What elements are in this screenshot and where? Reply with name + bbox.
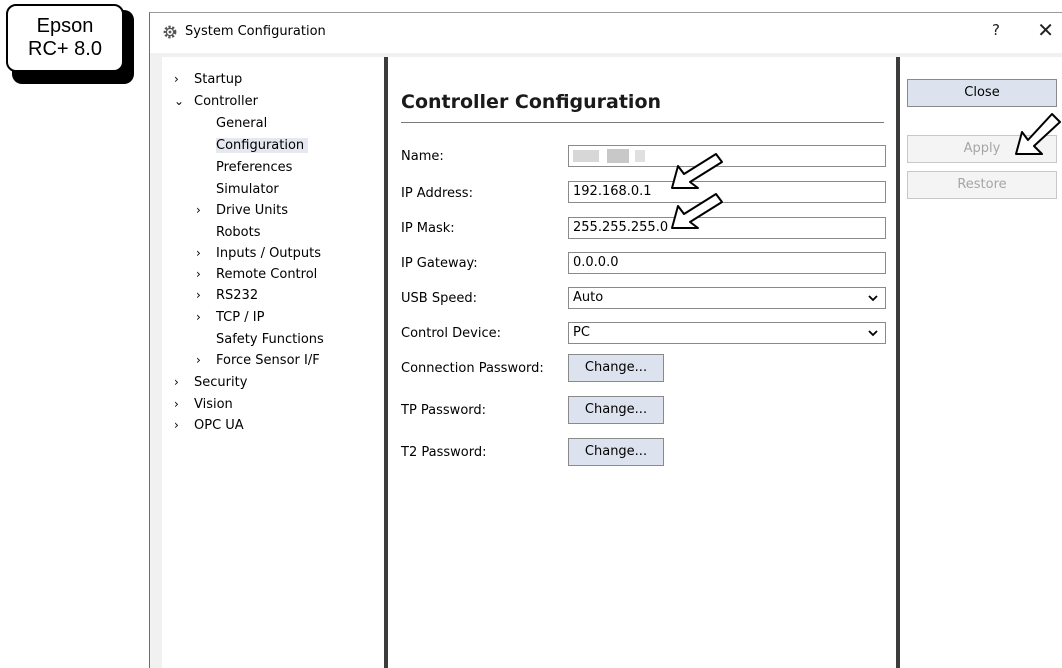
chevron-right-icon: › [174,397,179,411]
tree-item-rs232[interactable]: › RS232 [196,288,258,303]
tree-item-label: Configuration [216,138,305,153]
system-configuration-window: System Configuration ? ✕ › Startup ⌄ Contr… [149,12,1062,668]
ip-gateway-field[interactable]: 0.0.0.0 [568,252,886,274]
chevron-down-icon [868,295,878,302]
ip-gateway-label: IP Gateway: [401,256,478,271]
tree-item-label: General [216,116,268,131]
chevron-right-icon: › [196,267,201,281]
tree-item-inputs-outputs[interactable]: › Inputs / Outputs [196,246,321,261]
chevron-right-icon: › [196,288,201,302]
help-button[interactable]: ? [992,21,1000,39]
tree-item-preferences[interactable]: Preferences [216,160,292,175]
tree-item-tcp-ip[interactable]: › TCP / IP [196,310,264,325]
redacted-text [607,149,629,163]
arrow-icon [671,153,723,189]
tree-item-security[interactable]: › Security [174,375,247,390]
tree-item-configuration[interactable]: Configuration [216,138,309,153]
title-divider [401,122,884,123]
t2-password-label: T2 Password: [401,445,487,460]
tree-item-opc-ua[interactable]: › OPC UA [174,418,244,433]
tree-item-general[interactable]: General [216,116,267,131]
tree-item-label: Safety Functions [216,332,324,347]
tree-item-force-sensor[interactable]: › Force Sensor I/F [196,353,320,368]
tree-item-label: Inputs / Outputs [216,246,322,261]
title-bar: System Configuration ? ✕ [150,13,1062,53]
tree-item-label: Force Sensor I/F [216,353,320,368]
chevron-right-icon: › [196,353,201,367]
chevron-right-icon: › [196,310,201,324]
usb-speed-label: USB Speed: [401,291,477,306]
chevron-right-icon: › [196,203,201,217]
arrow-icon [671,193,723,229]
tree-item-label: OPC UA [194,418,244,433]
change-t2-password-button[interactable]: Change... [568,438,664,466]
usb-speed-select[interactable]: Auto [568,287,886,309]
tree-item-drive-units[interactable]: › Drive Units [196,203,288,218]
configuration-panel: Controller Configuration Name: IP Addres… [388,57,896,668]
change-tp-password-button[interactable]: Change... [568,396,664,424]
tree-item-label: TCP / IP [216,310,265,325]
control-device-select[interactable]: PC [568,322,886,344]
tree-item-label: Simulator [216,182,279,197]
gear-icon [163,25,177,39]
product-badge: Epson RC+ 8.0 [6,4,124,72]
restore-button[interactable]: Restore [907,171,1057,199]
tree-item-label: Robots [216,225,261,240]
chevron-right-icon: › [196,246,201,260]
control-device-value: PC [573,325,590,340]
tree-item-safety-functions[interactable]: Safety Functions [216,332,324,347]
name-label: Name: [401,149,444,164]
redacted-text [573,150,599,162]
badge-line1: Epson [36,15,94,37]
tree-item-label: Security [194,375,248,390]
redacted-text [635,150,645,162]
tree-item-controller[interactable]: ⌄ Controller [174,94,258,109]
chevron-right-icon: › [174,72,179,86]
ip-address-label: IP Address: [401,186,473,201]
tree-item-label: Controller [194,94,258,109]
tree-item-label: Startup [194,72,243,87]
control-device-label: Control Device: [401,326,501,341]
tree-item-label: Preferences [216,160,293,175]
chevron-down-icon [868,330,878,337]
close-button[interactable]: Close [907,79,1057,107]
change-connection-password-button[interactable]: Change... [568,354,664,382]
window-title: System Configuration [185,24,326,39]
tree-item-label: Drive Units [216,203,289,218]
tree-item-robots[interactable]: Robots [216,225,260,240]
tree-item-remote-control[interactable]: › Remote Control [196,267,317,282]
tp-password-label: TP Password: [401,403,487,418]
tree-item-label: Vision [194,397,233,412]
usb-speed-value: Auto [573,290,604,305]
badge-line2: RC+ 8.0 [28,38,102,60]
page-title: Controller Configuration [401,91,662,113]
tree-item-label: Remote Control [216,267,318,282]
arrow-icon [1015,113,1061,155]
connection-password-label: Connection Password: [401,361,544,376]
chevron-down-icon: ⌄ [174,94,185,108]
ip-mask-label: IP Mask: [401,221,455,236]
tree-item-label: RS232 [216,288,259,303]
navigation-tree: › Startup ⌄ Controller General Configurati… [162,57,384,668]
tree-item-startup[interactable]: › Startup [174,72,242,87]
tree-item-simulator[interactable]: Simulator [216,182,279,197]
chevron-right-icon: › [174,375,179,389]
window-close-button[interactable]: ✕ [1037,18,1054,42]
tree-item-vision[interactable]: › Vision [174,397,233,412]
chevron-right-icon: › [174,418,179,432]
